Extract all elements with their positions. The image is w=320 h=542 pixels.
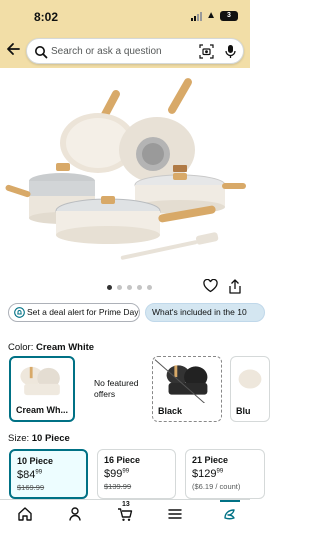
deal-alert-button[interactable]: Set a deal alert for Prime Day bbox=[8, 303, 140, 322]
account-icon[interactable] bbox=[67, 506, 83, 522]
carousel-dot[interactable] bbox=[147, 285, 152, 290]
search-input[interactable]: Search or ask a question bbox=[51, 46, 162, 57]
selected-size: 10 Piece bbox=[31, 433, 70, 444]
back-arrow-icon[interactable] bbox=[5, 41, 21, 57]
product-image[interactable] bbox=[0, 68, 250, 278]
bell-icon bbox=[14, 307, 25, 318]
share-icon[interactable] bbox=[228, 279, 242, 294]
color-option-blue[interactable]: Blu bbox=[230, 356, 270, 422]
home-icon[interactable] bbox=[17, 506, 33, 522]
size-option-price: $9999 bbox=[104, 468, 130, 480]
color-swatch-image bbox=[20, 366, 60, 396]
search-bar[interactable]: Search or ask a question bbox=[26, 38, 244, 64]
size-option-list-price: $139.99 bbox=[104, 482, 132, 491]
size-label: Size: 10 Piece bbox=[8, 433, 70, 444]
battery-icon: 3 bbox=[220, 11, 238, 21]
size-option-list-price: $169.99 bbox=[17, 483, 45, 492]
color-swatch-image bbox=[154, 359, 208, 403]
whats-included-label: What's included in the 10 bbox=[152, 307, 247, 317]
color-swatch-image bbox=[238, 369, 262, 389]
search-icon bbox=[35, 46, 48, 59]
status-bar: 8:02 ▲ 3 bbox=[0, 0, 250, 30]
signal-icon bbox=[191, 11, 203, 21]
carousel-dot[interactable] bbox=[137, 285, 142, 290]
color-option-black[interactable]: Black bbox=[152, 356, 222, 422]
bottom-nav: 13 bbox=[0, 499, 250, 542]
menu-icon[interactable] bbox=[167, 506, 183, 522]
size-option-unit-price: ($6.19 / count) bbox=[192, 482, 241, 491]
cart-icon[interactable] bbox=[117, 506, 133, 522]
size-option-16-piece[interactable]: 16 Piece $9999 $139.99 bbox=[97, 449, 176, 499]
size-option-name: 16 Piece bbox=[104, 455, 141, 465]
heart-icon[interactable] bbox=[203, 279, 218, 293]
camera-scan-icon[interactable] bbox=[199, 44, 214, 59]
active-tab-indicator bbox=[220, 500, 240, 502]
carousel-dot[interactable] bbox=[127, 285, 132, 290]
no-featured-offers-text: No featured offers bbox=[94, 378, 139, 399]
rufus-assistant-icon[interactable] bbox=[222, 506, 238, 522]
size-option-name: 21 Piece bbox=[192, 455, 229, 465]
size-option-name: 10 Piece bbox=[17, 456, 54, 466]
header: 8:02 ▲ 3 Search or ask a question bbox=[0, 0, 250, 68]
selected-color: Cream White bbox=[35, 342, 95, 353]
status-icons: ▲ 3 bbox=[191, 11, 238, 21]
carousel-dot[interactable] bbox=[107, 285, 112, 290]
color-option-cream-white[interactable]: Cream Wh... bbox=[9, 356, 75, 422]
color-option-name: Cream Wh... bbox=[16, 405, 69, 415]
status-time: 8:02 bbox=[34, 10, 59, 24]
color-option-no-offers[interactable]: No featured offers bbox=[84, 356, 144, 422]
carousel-dot[interactable] bbox=[117, 285, 122, 290]
wifi-icon: ▲ bbox=[206, 10, 216, 21]
microphone-icon[interactable] bbox=[224, 44, 237, 59]
color-option-name: Blu bbox=[236, 406, 251, 416]
color-option-name: Black bbox=[158, 406, 183, 416]
color-label: Color: Cream White bbox=[8, 342, 95, 353]
size-option-price: $12999 bbox=[192, 468, 224, 480]
size-option-price: $8499 bbox=[17, 469, 43, 481]
size-option-21-piece[interactable]: 21 Piece $12999 ($6.19 / count) bbox=[185, 449, 265, 499]
whats-included-button[interactable]: What's included in the 10 bbox=[145, 303, 265, 322]
size-option-10-piece[interactable]: 10 Piece $8499 $169.99 bbox=[9, 449, 88, 499]
image-carousel-dots[interactable] bbox=[107, 285, 152, 290]
deal-alert-label: Set a deal alert for Prime Day bbox=[27, 307, 139, 317]
cart-count: 13 bbox=[122, 501, 130, 508]
